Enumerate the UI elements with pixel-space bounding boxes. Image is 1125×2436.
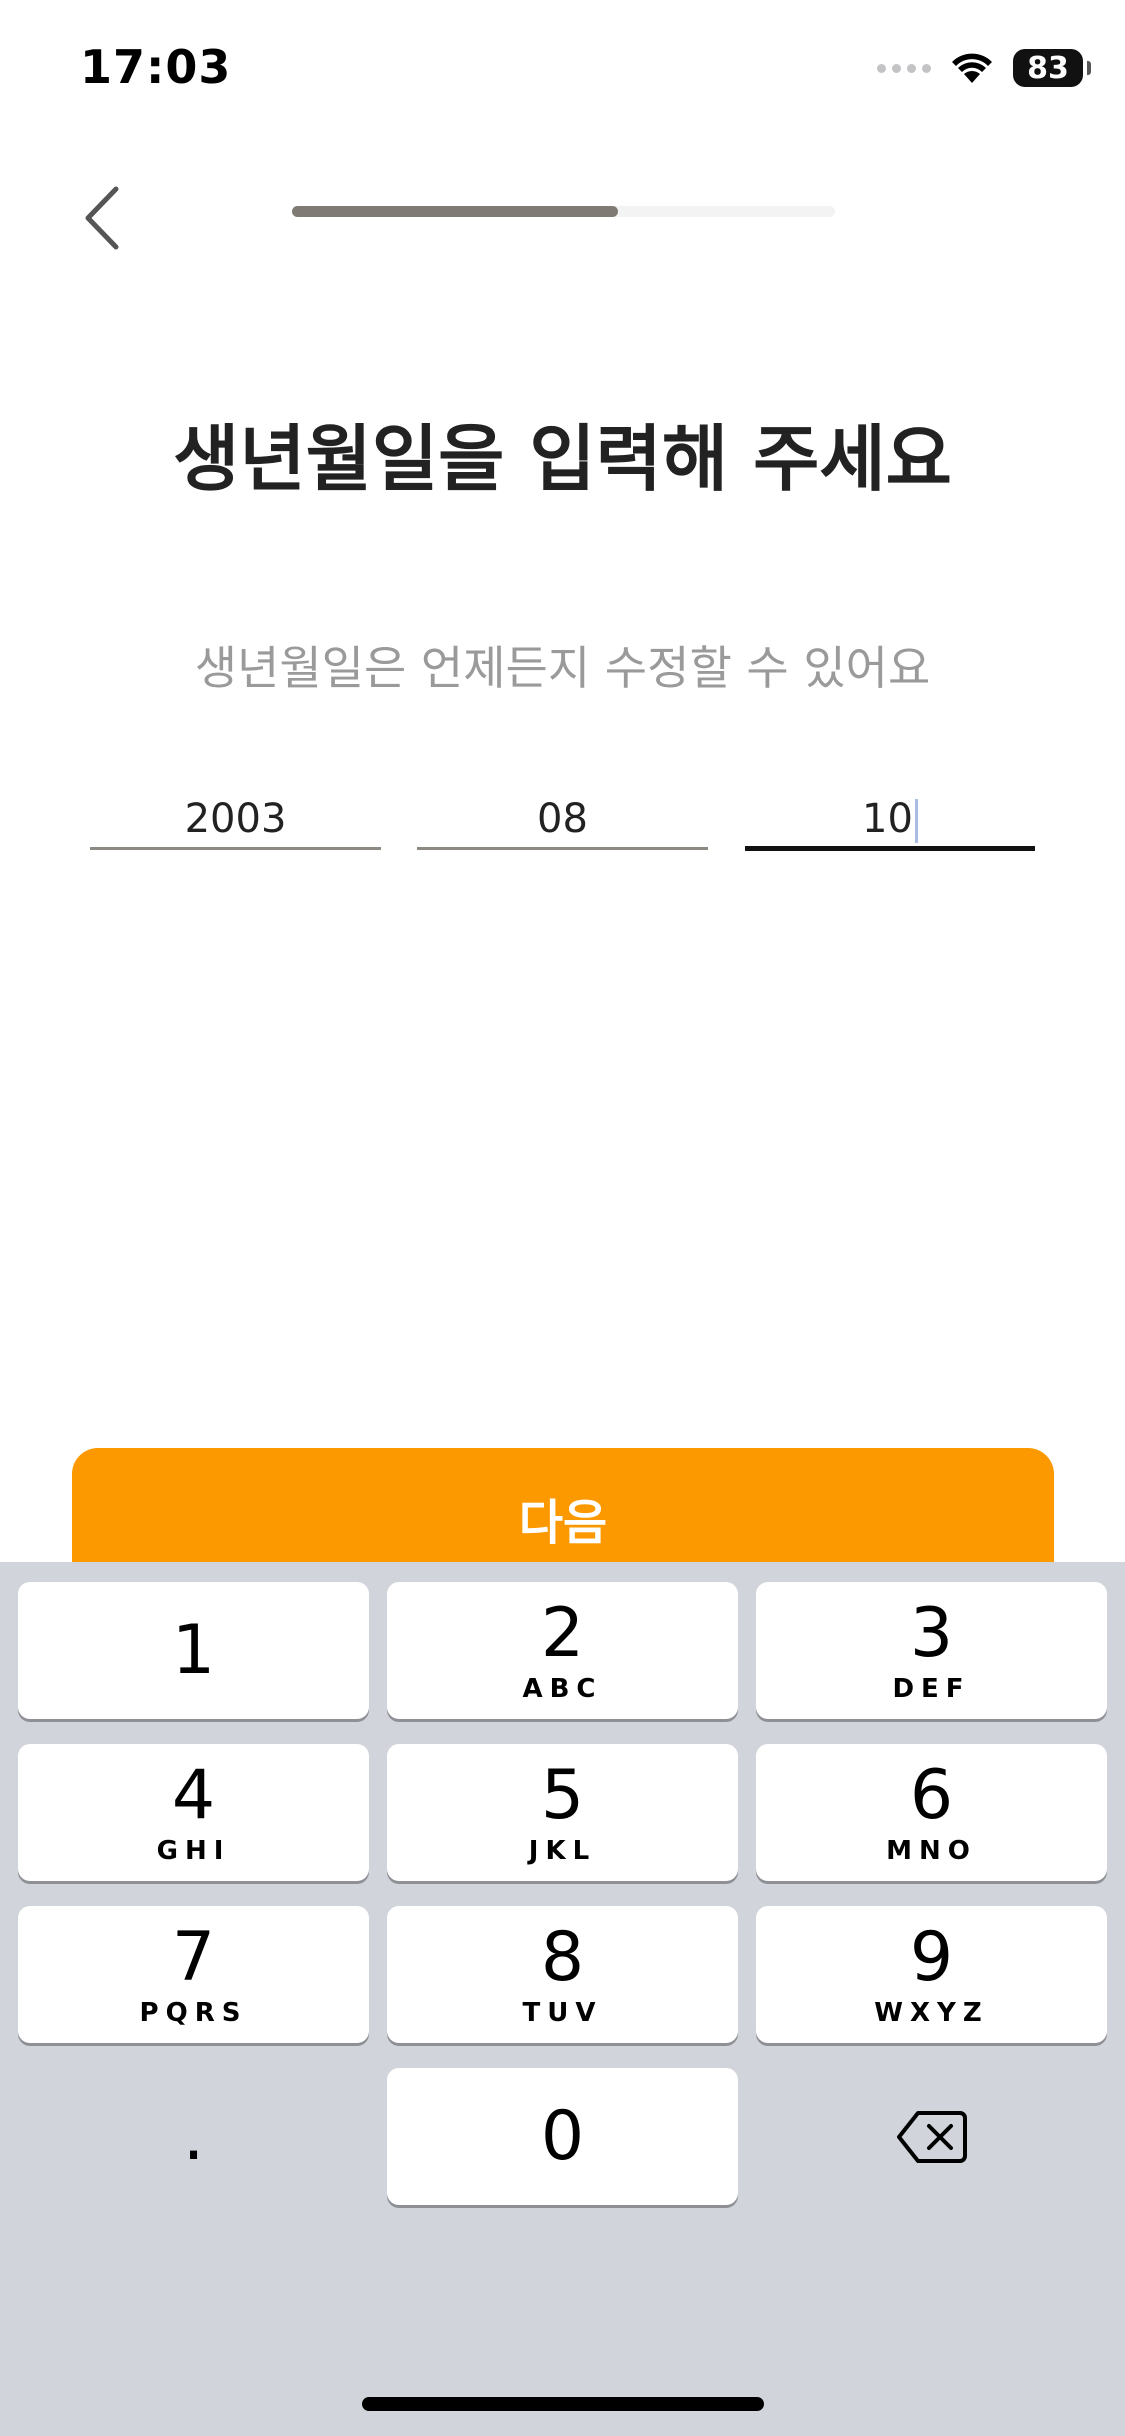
key-letters: WXYZ	[874, 1997, 989, 2028]
progress-bar-fill	[292, 206, 618, 217]
page-title: 생년월일을 입력해 주세요	[173, 417, 952, 501]
key-9[interactable]: 9 WXYZ	[756, 1906, 1107, 2043]
key-number: 2	[540, 1593, 585, 1673]
day-field[interactable]: 10	[745, 790, 1035, 851]
year-underline	[90, 847, 381, 850]
key-letters: ABC	[522, 1673, 603, 1704]
day-underline	[745, 846, 1035, 851]
key-7[interactable]: 7 PQRS	[18, 1906, 369, 2043]
key-5[interactable]: 5 JKL	[387, 1744, 738, 1881]
cellular-signal-icon	[877, 63, 931, 73]
status-time: 17:03	[80, 40, 232, 94]
key-letters: PQRS	[139, 1997, 248, 2028]
progress-bar	[292, 206, 835, 217]
wifi-icon	[952, 53, 992, 83]
key-letters: DEF	[892, 1673, 971, 1704]
chevron-left-icon	[85, 186, 119, 250]
key-letters: TUV	[522, 1997, 603, 2028]
key-letters: GHI	[156, 1835, 231, 1866]
key-1[interactable]: 1	[18, 1582, 369, 1719]
key-number: 9	[909, 1917, 954, 1997]
key-delete[interactable]	[756, 2068, 1107, 2205]
numeric-keyboard: 1 2 ABC 3 DEF 4 GHI 5 JKL 6 MNO 7 PQRS 8…	[0, 1562, 1125, 2436]
key-number: .	[182, 2096, 205, 2176]
month-field[interactable]: 08	[417, 790, 708, 850]
key-number: 6	[909, 1755, 954, 1835]
key-number: 4	[171, 1755, 216, 1835]
key-0[interactable]: 0	[387, 2068, 738, 2205]
page-subtitle: 생년월일은 언제든지 수정할 수 있어요	[194, 641, 931, 695]
month-underline	[417, 847, 708, 850]
backspace-icon	[896, 2110, 967, 2163]
year-value: 2003	[184, 796, 287, 842]
key-letters: MNO	[886, 1835, 977, 1866]
key-number: 0	[540, 2096, 585, 2176]
battery-icon: 83	[1013, 49, 1091, 87]
key-number: 7	[171, 1917, 216, 1997]
key-4[interactable]: 4 GHI	[18, 1744, 369, 1881]
text-cursor	[914, 799, 918, 843]
home-indicator	[362, 2397, 764, 2411]
month-value: 08	[537, 796, 588, 842]
key-number: 1	[171, 1610, 216, 1690]
key-number: 5	[540, 1755, 585, 1835]
back-button[interactable]	[82, 178, 142, 258]
key-6[interactable]: 6 MNO	[756, 1744, 1107, 1881]
key-8[interactable]: 8 TUV	[387, 1906, 738, 2043]
key-3[interactable]: 3 DEF	[756, 1582, 1107, 1719]
status-indicators: 83	[877, 46, 1091, 90]
year-field[interactable]: 2003	[90, 790, 381, 850]
day-value: 10	[862, 796, 913, 842]
key-number: 8	[540, 1917, 585, 1997]
key-letters: JKL	[528, 1835, 597, 1866]
key-2[interactable]: 2 ABC	[387, 1582, 738, 1719]
key-decimal[interactable]: .	[18, 2068, 369, 2205]
key-number: 3	[909, 1593, 954, 1673]
